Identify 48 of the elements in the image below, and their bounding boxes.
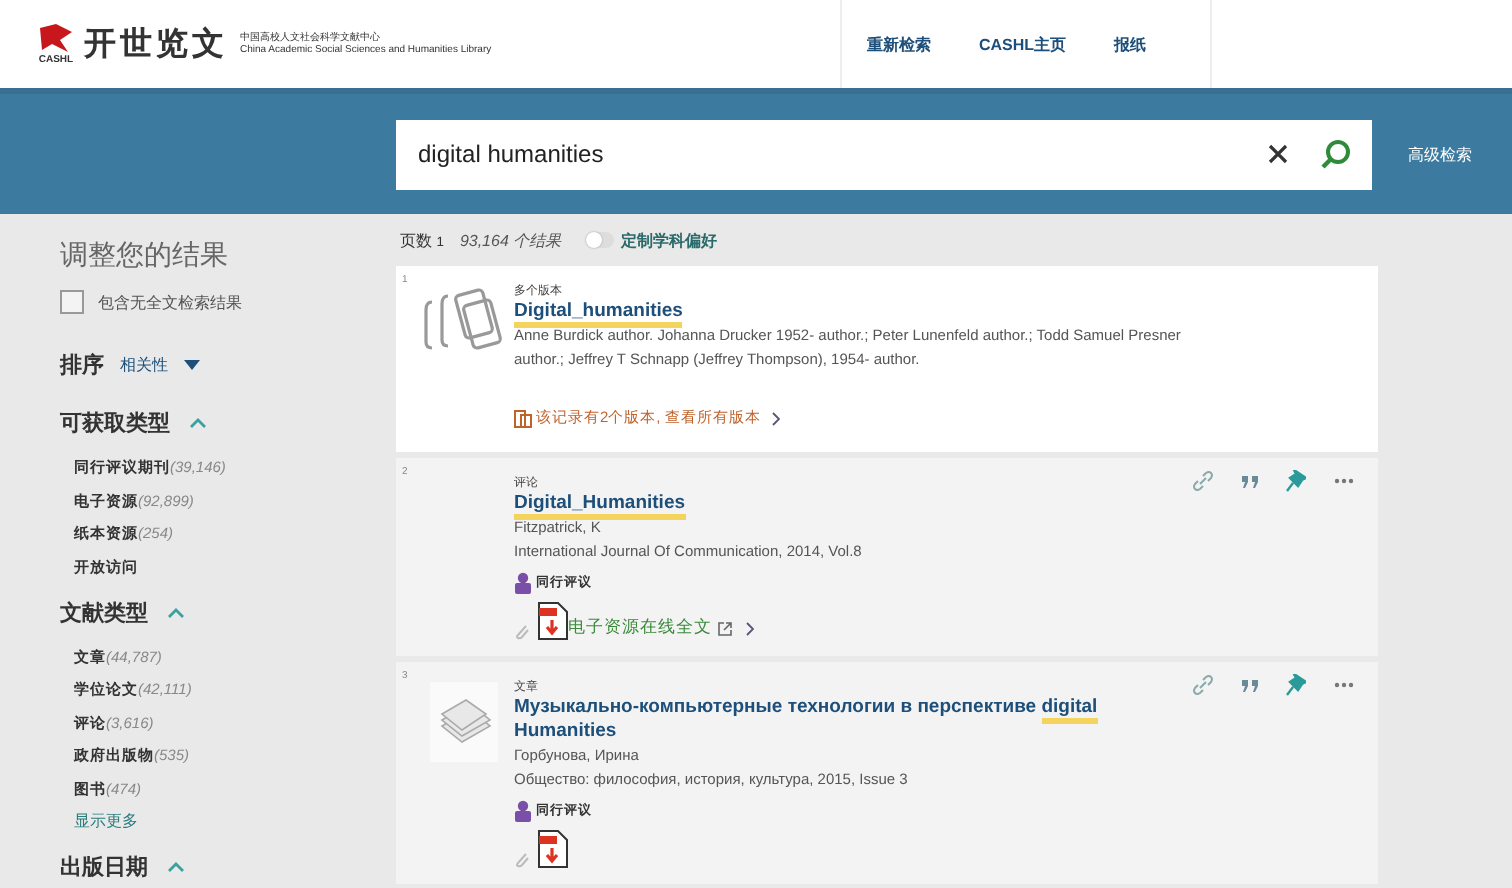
chevron-right-icon <box>772 411 781 425</box>
peer-review-icon <box>514 800 532 822</box>
nav-link[interactable]: 报纸 <box>1114 33 1146 55</box>
chevron-icon[interactable] <box>168 862 184 872</box>
pin-icon[interactable] <box>1286 470 1306 492</box>
chevron-icon[interactable] <box>190 418 206 428</box>
fulltext-link[interactable]: 电子资源在线全文 <box>568 616 754 640</box>
checkbox-label: 包含无全文检索结果 <box>98 291 242 313</box>
external-link-icon <box>718 621 732 635</box>
copies-icon <box>514 409 532 427</box>
quote-icon[interactable] <box>1242 679 1258 691</box>
quote-icon[interactable] <box>1242 475 1258 487</box>
show-more-link[interactable]: 显示更多 <box>74 810 390 832</box>
result-title[interactable]: Digital_Humanities <box>514 492 1114 516</box>
clear-icon[interactable] <box>1268 144 1288 164</box>
sort-label: 排序 <box>60 351 104 380</box>
toggle-label: 定制学科偏好 <box>621 229 718 251</box>
more-icon[interactable] <box>1334 682 1354 688</box>
link-icon[interactable] <box>1192 674 1214 696</box>
logo-icon <box>36 23 76 55</box>
search-icon[interactable] <box>1320 138 1352 170</box>
pin-icon[interactable] <box>1286 674 1306 696</box>
result-title[interactable]: Музыкально-компьютерные технологии в перспективе digital Humanities <box>514 696 1114 744</box>
facet-title: 文献类型 <box>60 599 148 627</box>
caret-icon <box>184 360 200 370</box>
checkbox[interactable] <box>60 290 84 314</box>
result-title[interactable]: Digital_humanities <box>514 300 1114 324</box>
paperclip-icon <box>514 622 530 640</box>
result-count: 93,164 个结果 <box>459 229 562 251</box>
pdf-icon <box>538 602 568 640</box>
sort-dropdown[interactable]: 相关性 <box>120 354 200 376</box>
search-bar[interactable]: digital humanities <box>396 119 1372 189</box>
paperclip-icon <box>514 850 530 868</box>
search-field[interactable]: digital humanities <box>418 140 1236 168</box>
document-icon <box>430 682 498 762</box>
peer-review-icon <box>514 572 532 594</box>
advanced-search-link[interactable]: 高级检索 <box>1408 143 1472 165</box>
nav-link[interactable]: CASHL主页 <box>978 33 1066 55</box>
chevron-right-icon <box>746 621 754 635</box>
sidebar-title: 调整您的结果 <box>60 238 230 274</box>
nav-link[interactable]: 重新检索 <box>866 33 931 55</box>
facet-title: 出版日期 <box>60 853 148 882</box>
facet-title: 可获取类型 <box>60 409 170 438</box>
link-icon[interactable] <box>1192 470 1214 492</box>
toggle-switch[interactable] <box>585 232 614 248</box>
logo-text: 开世览文 <box>84 23 228 65</box>
more-icon[interactable] <box>1334 478 1354 484</box>
chevron-icon[interactable] <box>168 607 184 617</box>
